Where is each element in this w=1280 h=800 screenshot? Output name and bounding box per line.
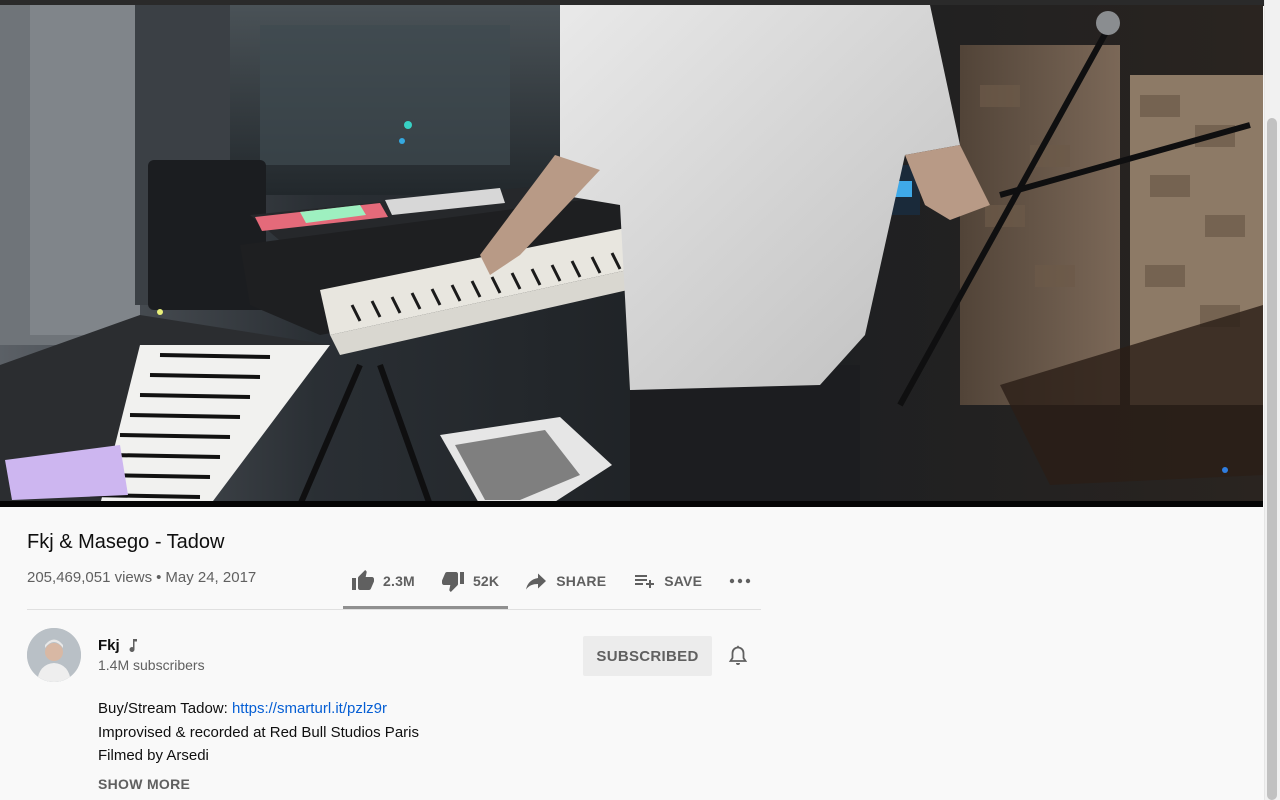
channel-avatar[interactable] — [27, 628, 81, 682]
channel-name[interactable]: Fkj — [98, 636, 138, 656]
like-button[interactable]: 2.3M — [351, 562, 415, 600]
watch-page: Fkj & Masego - Tadow 205,469,051 views • M… — [0, 0, 1280, 800]
like-count: 2.3M — [383, 573, 415, 589]
divider — [27, 609, 761, 610]
subscriber-count: 1.4M subscribers — [98, 657, 205, 673]
thumb-down-icon — [441, 569, 465, 593]
video-meta: 205,469,051 views • May 24, 2017 — [27, 568, 256, 588]
meta-separator: • — [156, 569, 162, 586]
scrollbar-thumb[interactable] — [1267, 118, 1277, 800]
view-count: 205,469,051 views — [27, 569, 153, 586]
more-horizontal-icon — [728, 569, 752, 593]
video-player[interactable] — [0, 5, 1263, 505]
publish-date: May 24, 2017 — [165, 569, 257, 586]
description-link[interactable]: https://smarturl.it/pzlz9r — [232, 700, 387, 717]
save-label: SAVE — [664, 573, 703, 589]
subscribed-button[interactable]: SUBSCRIBED — [583, 636, 712, 676]
share-button[interactable]: SHARE — [524, 562, 606, 600]
save-button[interactable]: SAVE — [632, 562, 702, 600]
description-line-3: Filmed by Arsedi — [98, 747, 209, 764]
avatar-image — [27, 628, 81, 682]
show-more-button[interactable]: SHOW MORE — [98, 776, 190, 792]
playlist-add-icon — [632, 569, 656, 593]
thumb-up-icon — [351, 569, 375, 593]
video-actions: 2.3M 52K SHARE SAVE — [343, 562, 754, 600]
video-title: Fkj & Masego - Tadow — [27, 531, 225, 553]
video-progress-track[interactable] — [0, 501, 1263, 507]
channel-name-text[interactable]: Fkj — [98, 636, 120, 656]
description-text-1: Buy/Stream Tadow: — [98, 700, 232, 717]
more-actions-button[interactable] — [726, 562, 754, 600]
description-line-1: Buy/Stream Tadow: https://smarturl.it/pz… — [98, 697, 419, 721]
share-icon — [524, 569, 548, 593]
video-frame-image — [0, 5, 1263, 505]
page-scrollbar[interactable] — [1264, 0, 1280, 800]
description-line-2: Improvised & recorded at Red Bull Studio… — [98, 723, 419, 741]
bell-icon[interactable] — [726, 644, 750, 668]
music-note-icon — [128, 639, 138, 653]
dislike-count: 52K — [472, 573, 500, 589]
dislike-button[interactable]: 52K — [441, 562, 499, 600]
share-label: SHARE — [556, 573, 607, 589]
video-description: Buy/Stream Tadow: https://smarturl.it/pz… — [98, 697, 419, 768]
